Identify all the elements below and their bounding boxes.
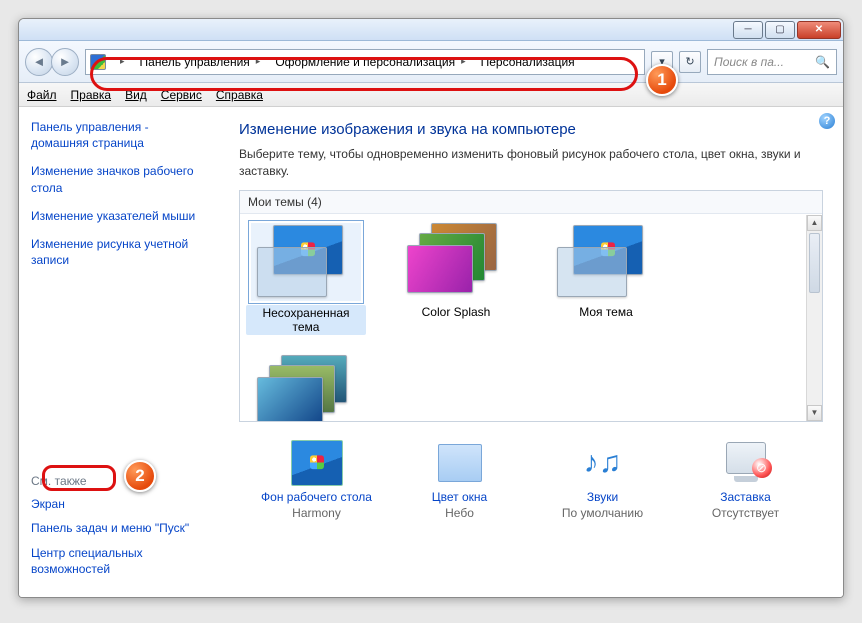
search-icon: 🔍 [815, 55, 830, 69]
setting-value: Небо [400, 506, 520, 520]
theme-fourth[interactable] [246, 355, 366, 421]
nav-buttons: ◄ ► [25, 48, 79, 76]
theme-unsaved[interactable]: Несохраненная тема [246, 223, 366, 335]
breadcrumb-seg-personalization[interactable]: Персонализация [475, 50, 584, 74]
sidebar: Панель управления - домашняя страница Из… [19, 107, 219, 597]
theme-label: Несохраненная тема [246, 305, 366, 335]
sounds-button[interactable]: ♪♫ Звуки По умолчанию [543, 440, 663, 520]
setting-label: Цвет окна [400, 490, 520, 504]
breadcrumb-seg-appearance[interactable]: Оформление и персонализация▸ [269, 50, 474, 74]
window-body: Панель управления - домашняя страница Из… [19, 107, 843, 597]
sidebar-home-link[interactable]: Панель управления - домашняя страница [31, 119, 207, 151]
sidebar-ease-link[interactable]: Центр специальных возможностей [31, 545, 207, 577]
themes-listbox: Мои темы (4) Несохраненная тема [239, 190, 823, 422]
menu-file[interactable]: Файл [27, 88, 57, 102]
nav-row: ◄ ► ▸ Панель управления▸ Оформление и пе… [19, 41, 843, 83]
sidebar-pointers-link[interactable]: Изменение указателей мыши [31, 208, 207, 224]
back-button[interactable]: ◄ [25, 48, 53, 76]
titlebar: ─ ▢ ✕ [19, 19, 843, 41]
setting-label: Заставка [686, 490, 806, 504]
refresh-button[interactable]: ↻ [679, 51, 701, 73]
breadcrumb-label: Оформление и персонализация [275, 55, 455, 69]
close-button[interactable]: ✕ [797, 21, 841, 39]
sidebar-see-also: См. также Экран Панель задач и меню "Пус… [31, 474, 207, 585]
breadcrumb-seg-cp[interactable]: Панель управления▸ [134, 50, 270, 74]
sidebar-account-picture-link[interactable]: Изменение рисунка учетной записи [31, 236, 207, 268]
minimize-button[interactable]: ─ [733, 21, 763, 39]
setting-value: Отсутствует [686, 506, 806, 520]
breadcrumb-seg-root[interactable]: ▸ [108, 50, 134, 74]
annotation-badge-1: 1 [646, 64, 678, 96]
breadcrumb-label: Персонализация [481, 55, 575, 69]
breadcrumb-label: Панель управления [140, 55, 250, 69]
screensaver-button[interactable]: ⊘ Заставка Отсутствует [686, 440, 806, 520]
annotation-badge-2: 2 [124, 460, 156, 492]
setting-label: Звуки [543, 490, 663, 504]
theme-label: Моя тема [579, 305, 633, 319]
scroll-thumb[interactable] [809, 233, 820, 293]
sidebar-desktop-icons-link[interactable]: Изменение значков рабочего стола [31, 163, 207, 195]
personalization-window: ─ ▢ ✕ ◄ ► ▸ Панель управления▸ Оформлени… [18, 18, 844, 598]
forward-button[interactable]: ► [51, 48, 79, 76]
themes-group-header: Мои темы (4) [240, 191, 822, 214]
sidebar-screen-link[interactable]: Экран [31, 496, 207, 512]
menu-bar: Файл Правка Вид Сервис Справка [19, 83, 843, 107]
search-input[interactable]: Поиск в па... 🔍 [707, 49, 837, 75]
maximize-button[interactable]: ▢ [765, 21, 795, 39]
theme-my-theme[interactable]: Моя тема [546, 223, 666, 335]
page-title: Изменение изображения и звука на компьют… [239, 121, 823, 138]
window-color-button[interactable]: Цвет окна Небо [400, 440, 520, 520]
themes-scrollbar[interactable]: ▲ ▼ [806, 215, 822, 421]
settings-row: Фон рабочего стола Harmony Цвет окна Неб… [239, 440, 823, 520]
desktop-background-button[interactable]: Фон рабочего стола Harmony [257, 440, 377, 520]
address-bar[interactable]: ▸ Панель управления▸ Оформление и персон… [85, 49, 645, 75]
content-area: ? Изменение изображения и звука на компь… [219, 107, 843, 597]
theme-color-splash[interactable]: Color Splash [396, 223, 516, 335]
menu-edit[interactable]: Правка [71, 88, 112, 102]
theme-label: Color Splash [422, 305, 491, 319]
see-also-title: См. также [31, 474, 207, 488]
themes-container: Несохраненная тема Color Splash [240, 215, 806, 421]
setting-value: Harmony [257, 506, 377, 520]
sidebar-taskbar-link[interactable]: Панель задач и меню "Пуск" [31, 520, 207, 536]
help-icon[interactable]: ? [819, 113, 835, 129]
menu-help[interactable]: Справка [216, 88, 263, 102]
search-placeholder: Поиск в па... [714, 55, 784, 69]
setting-value: По умолчанию [543, 506, 663, 520]
setting-label: Фон рабочего стола [257, 490, 377, 504]
page-description: Выберите тему, чтобы одновременно измени… [239, 146, 823, 180]
menu-view[interactable]: Вид [125, 88, 147, 102]
scroll-up-button[interactable]: ▲ [807, 215, 822, 231]
menu-service[interactable]: Сервис [161, 88, 202, 102]
scroll-down-button[interactable]: ▼ [807, 405, 822, 421]
control-panel-icon [90, 54, 106, 70]
